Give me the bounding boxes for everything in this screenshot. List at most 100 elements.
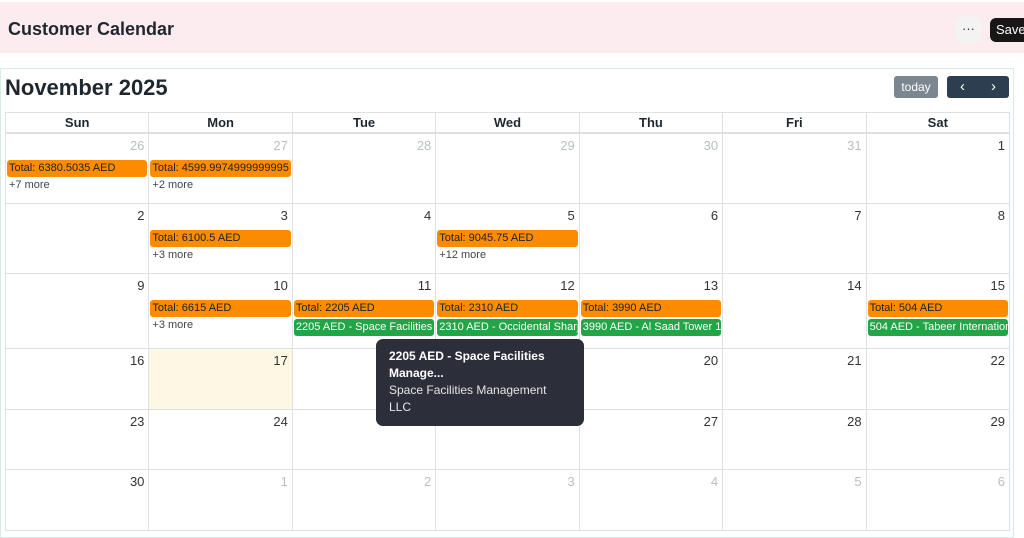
- day-number[interactable]: 26: [130, 138, 144, 153]
- day-cell[interactable]: 7: [722, 203, 867, 274]
- day-cell[interactable]: 29: [865, 409, 1010, 470]
- day-number[interactable]: 30: [704, 138, 718, 153]
- weekday-header: Sun: [5, 112, 150, 133]
- daily-total-event[interactable]: Total: 9045.75 AED: [437, 230, 578, 247]
- more-events-link[interactable]: +2 more: [152, 179, 193, 191]
- day-number[interactable]: 23: [130, 414, 144, 429]
- day-number[interactable]: 5: [567, 208, 574, 223]
- day-cell[interactable]: 3 Total: 6100.5 AED +3 more: [148, 203, 293, 274]
- customer-event[interactable]: 504 AED - Tabeer International: [867, 319, 1008, 336]
- more-events-link[interactable]: +7 more: [9, 179, 50, 191]
- day-cell[interactable]: 12 Total: 2310 AED 2310 AED - Occidental S…: [435, 273, 580, 349]
- day-cell[interactable]: 27: [578, 409, 724, 470]
- day-number[interactable]: 6: [711, 208, 718, 223]
- day-number[interactable]: 29: [991, 414, 1005, 429]
- day-cell[interactable]: 5 Total: 9045.75 AED +12 more: [435, 203, 580, 274]
- day-number[interactable]: 28: [847, 414, 861, 429]
- day-cell[interactable]: 30: [5, 469, 150, 531]
- day-cell[interactable]: 6: [865, 469, 1010, 531]
- day-number[interactable]: 13: [704, 278, 718, 293]
- day-number[interactable]: 22: [991, 353, 1005, 368]
- day-cell[interactable]: 28: [291, 133, 437, 204]
- day-number[interactable]: 11: [418, 278, 432, 293]
- daily-total-event[interactable]: Total: 4599.9974999999995: [150, 160, 291, 177]
- day-number[interactable]: 30: [130, 474, 144, 489]
- day-cell[interactable]: 1: [865, 133, 1010, 204]
- day-number[interactable]: 31: [847, 138, 861, 153]
- day-number[interactable]: 2: [137, 208, 144, 223]
- customer-event[interactable]: 2205 AED - Space Facilities Manage: [293, 319, 435, 336]
- day-cell[interactable]: 17: [148, 348, 293, 410]
- day-number[interactable]: 15: [991, 278, 1005, 293]
- day-number[interactable]: 28: [417, 138, 431, 153]
- day-number[interactable]: 29: [560, 138, 574, 153]
- day-cell[interactable]: 5: [722, 469, 867, 531]
- day-cell[interactable]: 30: [578, 133, 724, 204]
- more-events-link[interactable]: +3 more: [152, 319, 193, 331]
- day-cell[interactable]: 2: [5, 203, 150, 274]
- day-cell[interactable]: 10 Total: 6615 AED +3 more: [148, 273, 293, 349]
- day-cell[interactable]: 23: [5, 409, 150, 470]
- day-cell[interactable]: 9: [5, 273, 150, 349]
- prev-month-button[interactable]: ‹: [947, 76, 978, 98]
- day-cell[interactable]: 24: [148, 409, 293, 470]
- day-cell[interactable]: 3: [435, 469, 580, 531]
- day-number[interactable]: 4: [424, 208, 431, 223]
- more-events-link[interactable]: +12 more: [439, 249, 486, 261]
- day-number[interactable]: 27: [273, 138, 287, 153]
- day-cell[interactable]: 31: [722, 133, 867, 204]
- daily-total-event[interactable]: Total: 6380.5035 AED: [7, 160, 148, 177]
- more-options-button[interactable]: ···: [955, 17, 982, 43]
- day-number[interactable]: 14: [847, 278, 861, 293]
- day-number[interactable]: 16: [130, 353, 144, 368]
- day-cell[interactable]: 28: [722, 409, 867, 470]
- day-cell[interactable]: 8: [865, 203, 1010, 274]
- day-cell[interactable]: 4: [578, 469, 724, 531]
- today-button[interactable]: today: [894, 76, 938, 98]
- day-number[interactable]: 24: [273, 414, 287, 429]
- day-number[interactable]: 27: [704, 414, 718, 429]
- more-events-link[interactable]: +3 more: [152, 249, 193, 261]
- day-number[interactable]: 10: [273, 278, 287, 293]
- customer-event[interactable]: 2310 AED - Occidental Sharjah: [437, 319, 578, 336]
- day-number[interactable]: 6: [998, 474, 1005, 489]
- day-cell[interactable]: 22: [865, 348, 1010, 410]
- day-cell[interactable]: 21: [722, 348, 867, 410]
- day-cell[interactable]: 13 Total: 3990 AED 3990 AED - Al Saad Towe…: [578, 273, 724, 349]
- day-number[interactable]: 9: [137, 278, 144, 293]
- daily-total-event[interactable]: Total: 6615 AED: [150, 300, 291, 317]
- day-cell[interactable]: 29: [435, 133, 580, 204]
- day-number[interactable]: 2: [424, 474, 431, 489]
- day-number[interactable]: 21: [847, 353, 861, 368]
- day-cell[interactable]: 2: [291, 469, 437, 531]
- day-number[interactable]: 1: [281, 474, 288, 489]
- day-number[interactable]: 4: [711, 474, 718, 489]
- day-cell[interactable]: 16: [5, 348, 150, 410]
- day-cell[interactable]: 14: [722, 273, 867, 349]
- daily-total-event[interactable]: Total: 6100.5 AED: [150, 230, 291, 247]
- day-cell[interactable]: 6: [578, 203, 724, 274]
- day-number[interactable]: 5: [854, 474, 861, 489]
- day-cell[interactable]: 11 Total: 2205 AED 2205 AED - Space Facili…: [291, 273, 437, 349]
- customer-event[interactable]: 3990 AED - Al Saad Tower 1...: [580, 319, 722, 336]
- day-cell[interactable]: 1: [148, 469, 293, 531]
- day-number[interactable]: 3: [281, 208, 288, 223]
- day-cell[interactable]: 20: [578, 348, 724, 410]
- day-number[interactable]: 3: [567, 474, 574, 489]
- daily-total-event[interactable]: Total: 2205 AED: [293, 300, 435, 317]
- day-number[interactable]: 8: [998, 208, 1005, 223]
- day-cell[interactable]: 26 Total: 6380.5035 AED +7 more: [5, 133, 150, 204]
- day-number[interactable]: 20: [704, 353, 718, 368]
- day-cell[interactable]: 4: [291, 203, 437, 274]
- daily-total-event[interactable]: Total: 2310 AED: [437, 300, 578, 317]
- day-number[interactable]: 7: [854, 208, 861, 223]
- day-number[interactable]: 17: [273, 353, 287, 368]
- save-button[interactable]: Save: [990, 18, 1024, 42]
- day-cell[interactable]: 15 Total: 504 AED 504 AED - Tabeer Interna…: [865, 273, 1010, 349]
- next-month-button[interactable]: ›: [978, 76, 1009, 98]
- day-cell[interactable]: 27 Total: 4599.9974999999995 +2 more: [148, 133, 293, 204]
- daily-total-event[interactable]: Total: 3990 AED: [580, 300, 722, 317]
- day-number[interactable]: 12: [560, 278, 574, 293]
- daily-total-event[interactable]: Total: 504 AED: [867, 300, 1008, 317]
- day-number[interactable]: 1: [998, 138, 1005, 153]
